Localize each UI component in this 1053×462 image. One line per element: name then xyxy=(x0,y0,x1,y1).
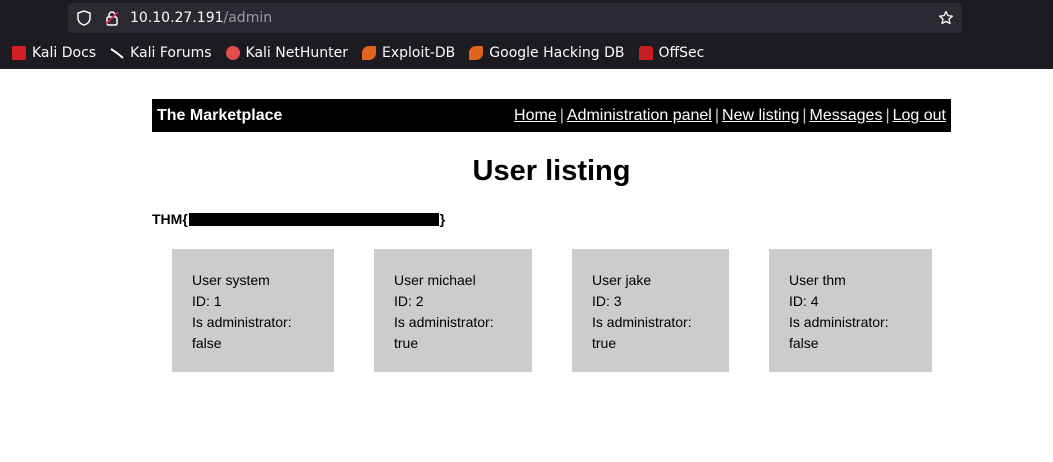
user-admin-value: true xyxy=(592,335,617,351)
page-title: User listing xyxy=(472,155,631,187)
nav-separator: | xyxy=(714,107,720,124)
url-text[interactable]: 10.10.27.191/admin xyxy=(130,10,272,26)
nethunter-icon xyxy=(225,46,240,60)
flag-redaction xyxy=(188,212,439,226)
browser-chrome: 10.10.27.191/admin Kali Docs Kali Forums… xyxy=(0,0,1053,69)
user-name: User system xyxy=(192,272,270,288)
user-name: User jake xyxy=(592,272,652,288)
user-id: ID: 3 xyxy=(592,293,622,309)
url-host: 10.10.27.191 xyxy=(130,10,224,26)
user-id: ID: 2 xyxy=(394,293,424,309)
nav-messages-link[interactable]: Messages xyxy=(810,107,883,124)
kali-forums-icon xyxy=(110,48,124,59)
nav-logout-link[interactable]: Log out xyxy=(893,107,946,124)
bookmark-exploit-db[interactable]: Exploit-DB xyxy=(361,45,456,61)
bookmark-label: Kali Forums xyxy=(130,45,212,61)
user-id: ID: 1 xyxy=(192,293,222,309)
bookmark-google-hacking-db[interactable]: Google Hacking DB xyxy=(469,45,625,61)
kali-docs-icon xyxy=(12,46,26,60)
user-card-michael: User michael ID: 2 Is administrator: tru… xyxy=(374,249,532,372)
nav-admin-panel-link[interactable]: Administration panel xyxy=(567,107,712,124)
user-admin-label: Is administrator: xyxy=(789,314,889,330)
user-admin-value: false xyxy=(192,335,222,351)
bookmark-kali-nethunter[interactable]: Kali NetHunter xyxy=(225,45,348,61)
user-admin-value: false xyxy=(789,335,819,351)
bookmark-star-icon[interactable] xyxy=(938,10,954,26)
nav-separator: | xyxy=(559,107,564,124)
user-name: User michael xyxy=(394,272,476,288)
user-name: User thm xyxy=(789,272,846,288)
nav-separator: | xyxy=(802,107,807,124)
nav-home-link[interactable]: Home xyxy=(514,107,557,124)
url-path: /admin xyxy=(223,10,273,26)
user-card-thm: User thm ID: 4 Is administrator: false xyxy=(769,249,932,372)
web-page: The Marketplace Home | Administration pane… xyxy=(0,69,1053,462)
bookmark-kali-docs[interactable]: Kali Docs xyxy=(12,45,96,61)
user-id: ID: 4 xyxy=(789,293,819,309)
exploitdb-icon xyxy=(361,46,376,60)
bookmark-label: Exploit-DB xyxy=(381,45,456,61)
insecure-lock-icon[interactable] xyxy=(104,10,120,26)
bookmark-label: OffSec xyxy=(658,45,705,61)
ghdb-icon xyxy=(469,46,484,60)
nav-separator: | xyxy=(885,107,890,124)
user-admin-label: Is administrator: xyxy=(192,314,292,330)
user-admin-label: Is administrator: xyxy=(592,314,692,330)
user-admin-value: true xyxy=(394,335,419,351)
user-card-jake: User jake ID: 3 Is administrator: true xyxy=(572,249,729,372)
user-admin-label: Is administrator: xyxy=(394,314,494,330)
bookmark-label: Kali NetHunter xyxy=(245,45,348,61)
site-brand: The Marketplace xyxy=(157,107,283,124)
user-card-system: User system ID: 1 Is administrator: fals… xyxy=(172,249,334,372)
site-navbar: The Marketplace Home | Administration pane… xyxy=(152,99,951,132)
offsec-icon xyxy=(638,46,653,60)
address-bar[interactable]: 10.10.27.191/admin xyxy=(68,3,962,33)
flag-suffix: } xyxy=(439,211,446,227)
bookmark-offsec[interactable]: OffSec xyxy=(638,45,705,61)
nav-links: Home | Administration panel | New listing | Me… xyxy=(514,107,946,125)
bookmark-label: Google Hacking DB xyxy=(489,45,625,61)
shield-icon[interactable] xyxy=(76,10,92,26)
nav-new-listing-link[interactable]: New listing xyxy=(722,107,799,124)
bookmark-kali-forums[interactable]: Kali Forums xyxy=(110,45,212,61)
flag-prefix: THM{ xyxy=(152,211,188,227)
bookmarks-toolbar: Kali Docs Kali Forums Kali NetHunter Exp… xyxy=(0,40,1053,66)
bookmark-label: Kali Docs xyxy=(32,45,97,61)
flag-text: THM{} xyxy=(152,211,445,227)
